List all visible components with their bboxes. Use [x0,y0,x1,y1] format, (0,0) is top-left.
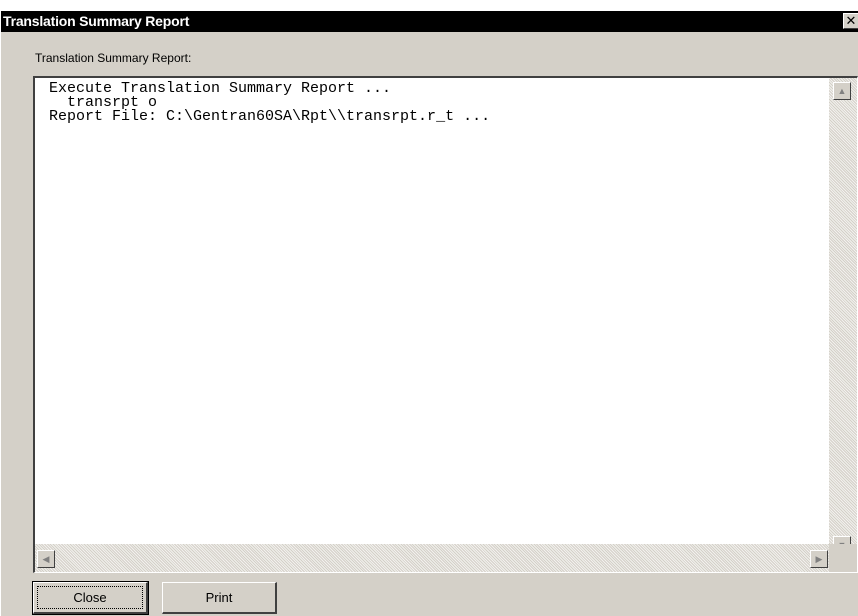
report-label: Translation Summary Report: [35,51,192,65]
report-output-area[interactable]: Execute Translation Summary Report ... t… [33,76,858,573]
close-icon[interactable]: ✕ [843,13,858,29]
vertical-scrollbar[interactable]: ▲ ▼ [829,78,857,558]
scroll-up-icon[interactable]: ▲ [833,82,851,100]
report-dialog: Translation Summary Report ✕ Translation… [0,11,858,616]
horizontal-scrollbar[interactable]: ◀ ▶ [35,544,829,572]
print-button-label: Print [205,590,233,605]
title-bar[interactable]: Translation Summary Report ✕ [1,11,858,32]
report-output-text: Execute Translation Summary Report ... t… [49,80,491,125]
print-button[interactable]: Print [162,582,277,614]
scroll-left-icon[interactable]: ◀ [37,550,55,568]
close-button[interactable]: Close [32,581,149,615]
scroll-right-icon[interactable]: ▶ [810,550,828,568]
window-title: Translation Summary Report [3,13,190,29]
scrollbar-corner [829,544,857,572]
close-button-label: Close [73,590,107,605]
